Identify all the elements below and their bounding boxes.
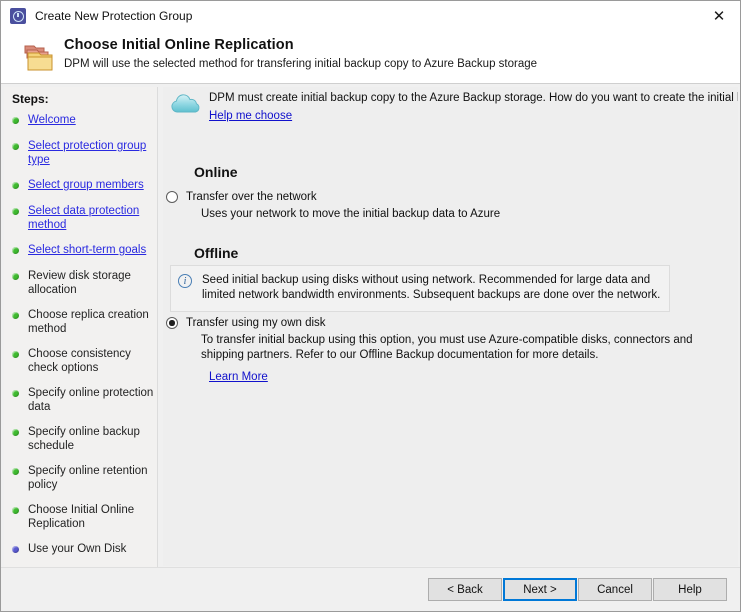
create-protection-group-dialog: Create New Protection Group ✕ Choose Ini… (0, 0, 741, 612)
sidebar-item-review-disk-storage-allocation: Review disk storage allocation (4, 269, 157, 297)
step-bullet-icon (12, 546, 19, 553)
sidebar-item-label: Choose replica creation method (28, 309, 149, 335)
offline-info-box: i Seed initial backup using disks withou… (170, 265, 670, 312)
offline-section-title: Offline (194, 245, 239, 261)
sidebar-item-label: Specify online retention policy (28, 465, 148, 491)
offline-info-text: Seed initial backup using disks without … (202, 274, 661, 301)
dialog-header: Choose Initial Online Replication DPM wi… (1, 31, 740, 84)
window-title: Create New Protection Group (35, 9, 193, 23)
step-bullet-icon (12, 182, 19, 189)
info-icon: i (178, 274, 192, 288)
transfer-over-network-label: Transfer over the network (186, 191, 317, 203)
folders-icon (24, 45, 53, 71)
dpm-recovery-icon (10, 8, 26, 24)
transfer-over-network-description: Uses your network to move the initial ba… (201, 208, 501, 220)
sidebar-item-label: Review disk storage allocation (28, 270, 131, 296)
title-bar: Create New Protection Group ✕ (1, 1, 740, 31)
page-title: Choose Initial Online Replication (64, 37, 294, 53)
dialog-button-bar: < Back Next > Cancel Help (1, 567, 740, 611)
step-bullet-icon (12, 507, 19, 514)
sidebar-item-use-your-own-disk: Use your Own Disk (4, 542, 157, 557)
transfer-own-disk-label: Transfer using my own disk (186, 317, 326, 329)
sidebar-item-label: Choose consistency check options (28, 348, 131, 374)
sidebar-item-select-group-members[interactable]: Select group members (4, 178, 157, 193)
sidebar-item-welcome[interactable]: Welcome (4, 113, 157, 128)
step-bullet-icon (12, 468, 19, 475)
sidebar-item-choose-replica-creation-method: Choose replica creation method (4, 308, 157, 336)
step-bullet-icon (12, 143, 19, 150)
content-panel: DPM must create initial backup copy to t… (163, 87, 738, 566)
sidebar-item-label: Use your Own Disk (28, 543, 127, 555)
intro-block: DPM must create initial backup copy to t… (169, 91, 738, 124)
sidebar-item-select-short-term-goals[interactable]: Select short-term goals (4, 243, 157, 258)
step-bullet-icon (12, 312, 19, 319)
sidebar-item-specify-online-backup-schedule: Specify online backup schedule (4, 425, 157, 453)
help-button[interactable]: Help (653, 578, 727, 601)
learn-more-link[interactable]: Learn More (209, 371, 268, 383)
sidebar-item-specify-online-retention-policy: Specify online retention policy (4, 464, 157, 492)
steps-sidebar: Steps: Welcome Select protection group ty… (4, 87, 158, 580)
cloud-icon (171, 94, 200, 113)
step-bullet-icon (12, 429, 19, 436)
transfer-own-disk-radio[interactable] (166, 317, 178, 329)
sidebar-item-choose-initial-online-replication: Choose Initial Online Replication (4, 503, 157, 531)
offline-radio-row[interactable]: Transfer using my own disk (165, 316, 326, 330)
step-bullet-icon (12, 208, 19, 215)
close-icon[interactable]: ✕ (696, 1, 740, 31)
step-bullet-icon (12, 390, 19, 397)
sidebar-item-label: Select protection group type (28, 140, 147, 166)
step-bullet-icon (12, 117, 19, 124)
sidebar-item-label: Select group members (28, 179, 144, 191)
sidebar-item-label: Select short-term goals (28, 244, 147, 256)
online-radio-row[interactable]: Transfer over the network (165, 190, 317, 204)
sidebar-item-choose-consistency-check-options: Choose consistency check options (4, 347, 157, 375)
sidebar-item-label: Specify online backup schedule (28, 426, 140, 452)
step-bullet-icon (12, 273, 19, 280)
online-section-title: Online (194, 164, 238, 180)
page-subtitle: DPM will use the selected method for tra… (64, 58, 538, 70)
sidebar-item-specify-online-protection-data: Specify online protection data (4, 386, 157, 414)
steps-list: Welcome Select protection group type Selec… (4, 113, 157, 580)
sidebar-item-select-data-protection-method[interactable]: Select data protection method (4, 204, 157, 232)
step-bullet-icon (12, 351, 19, 358)
cancel-button[interactable]: Cancel (578, 578, 652, 601)
sidebar-item-select-protection-group-type[interactable]: Select protection group type (4, 139, 157, 167)
sidebar-item-label: Choose Initial Online Replication (28, 504, 135, 530)
transfer-over-network-radio[interactable] (166, 191, 178, 203)
help-me-choose-link[interactable]: Help me choose (209, 110, 292, 122)
transfer-own-disk-description: To transfer initial backup using this op… (201, 334, 693, 361)
intro-text: DPM must create initial backup copy to t… (209, 92, 738, 104)
sidebar-item-label: Specify online protection data (28, 387, 154, 413)
sidebar-item-label: Select data protection method (28, 205, 140, 231)
intro-text-block: DPM must create initial backup copy to t… (209, 91, 738, 124)
sidebar-item-label: Welcome (28, 114, 76, 126)
back-button[interactable]: < Back (428, 578, 502, 601)
steps-label: Steps: (12, 92, 49, 106)
next-button[interactable]: Next > (503, 578, 577, 601)
step-bullet-icon (12, 247, 19, 254)
